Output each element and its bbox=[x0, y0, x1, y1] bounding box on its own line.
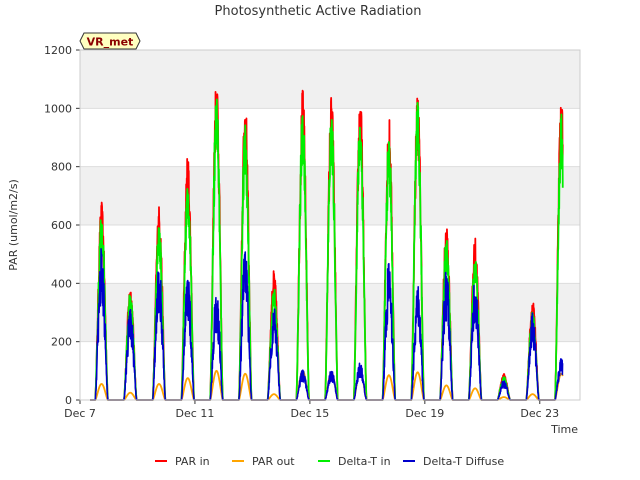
chart-title: Photosynthetic Active Radiation bbox=[215, 4, 422, 19]
legend: PAR in PAR out Delta-T in Delta-T Diffuse bbox=[155, 455, 504, 468]
legend-label: Delta-T in bbox=[338, 455, 391, 468]
x-axis-ticks: Dec 7 Dec 11 Dec 15 Dec 19 Dec 23 bbox=[64, 400, 559, 420]
legend-label: Delta-T Diffuse bbox=[423, 455, 504, 468]
x-tick-label: Dec 19 bbox=[405, 407, 444, 420]
y-axis-label: PAR (umol/m2/s) bbox=[7, 179, 20, 271]
x-tick-label: Dec 23 bbox=[520, 407, 559, 420]
y-tick-label: 400 bbox=[51, 277, 72, 290]
par-chart: Photosynthetic Active Radiation 0 200 400 6… bbox=[7, 4, 581, 468]
y-tick-label: 1200 bbox=[44, 44, 72, 57]
plot-band bbox=[80, 50, 580, 109]
x-tick-label: Dec 15 bbox=[290, 407, 329, 420]
legend-label: PAR out bbox=[252, 455, 295, 468]
y-tick-label: 800 bbox=[51, 161, 72, 174]
legend-label: PAR in bbox=[175, 455, 210, 468]
x-tick-label: Dec 7 bbox=[64, 407, 96, 420]
plot-band bbox=[80, 225, 580, 284]
y-axis-ticks: 0 200 400 600 800 1000 1200 bbox=[44, 44, 80, 407]
x-tick-label: Dec 11 bbox=[176, 407, 215, 420]
x-axis-label: Time bbox=[550, 423, 578, 436]
y-tick-label: 600 bbox=[51, 219, 72, 232]
y-tick-label: 200 bbox=[51, 336, 72, 349]
site-label-text: VR_met bbox=[87, 36, 134, 49]
y-tick-label: 0 bbox=[65, 394, 72, 407]
site-label-box: VR_met bbox=[79, 32, 141, 50]
y-tick-label: 1000 bbox=[44, 102, 72, 115]
